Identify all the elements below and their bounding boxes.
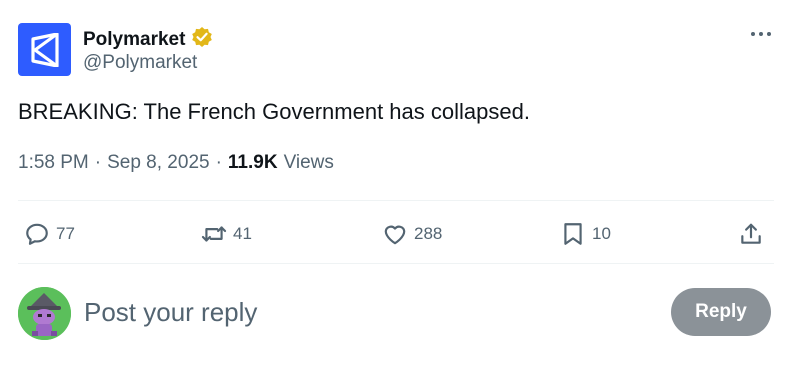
like-action[interactable]: 288 (382, 216, 442, 252)
views-count: 11.9K (227, 152, 278, 173)
reply-input[interactable] (84, 292, 604, 332)
views-label: Views (283, 152, 334, 173)
tweet-time[interactable]: 1:58 PM (18, 152, 89, 174)
like-icon (384, 225, 406, 245)
author-handle[interactable]: @Polymarket (83, 52, 197, 74)
share-action[interactable] (738, 216, 764, 252)
reply-count: 77 (56, 224, 75, 243)
retweet-count: 41 (233, 224, 252, 243)
tweet-card: Polymarket @Polymarket BREAKING: The Fre… (0, 0, 792, 378)
user-avatar[interactable] (18, 287, 71, 340)
reply-action[interactable]: 77 (24, 216, 75, 252)
tweet-text: BREAKING: The French Government has coll… (18, 99, 530, 124)
reply-icon (26, 223, 48, 245)
bookmark-icon (564, 223, 582, 245)
meta-separator: · (94, 152, 102, 173)
polymarket-logo-icon[interactable] (18, 23, 71, 76)
bookmark-count: 10 (592, 224, 611, 243)
author-display-name[interactable]: Polymarket (83, 29, 185, 51)
verified-badge-icon (191, 26, 213, 54)
like-count: 288 (414, 224, 443, 243)
bookmark-action[interactable]: 10 (560, 216, 611, 252)
action-bar: 77 41 288 10 (18, 216, 774, 252)
retweet-icon (201, 226, 227, 242)
share-icon (741, 223, 761, 244)
retweet-action[interactable]: 41 (201, 216, 252, 252)
tweet-meta: 1:58 PM · Sep 8, 2025 · 11.9K Views (18, 152, 334, 174)
tweet-date[interactable]: Sep 8, 2025 (107, 152, 209, 174)
divider (18, 263, 774, 264)
more-icon[interactable] (748, 26, 774, 42)
reply-button[interactable]: Reply (671, 288, 771, 336)
author-name-row[interactable]: Polymarket (83, 26, 213, 54)
divider (18, 200, 774, 201)
meta-separator: · (215, 152, 222, 173)
